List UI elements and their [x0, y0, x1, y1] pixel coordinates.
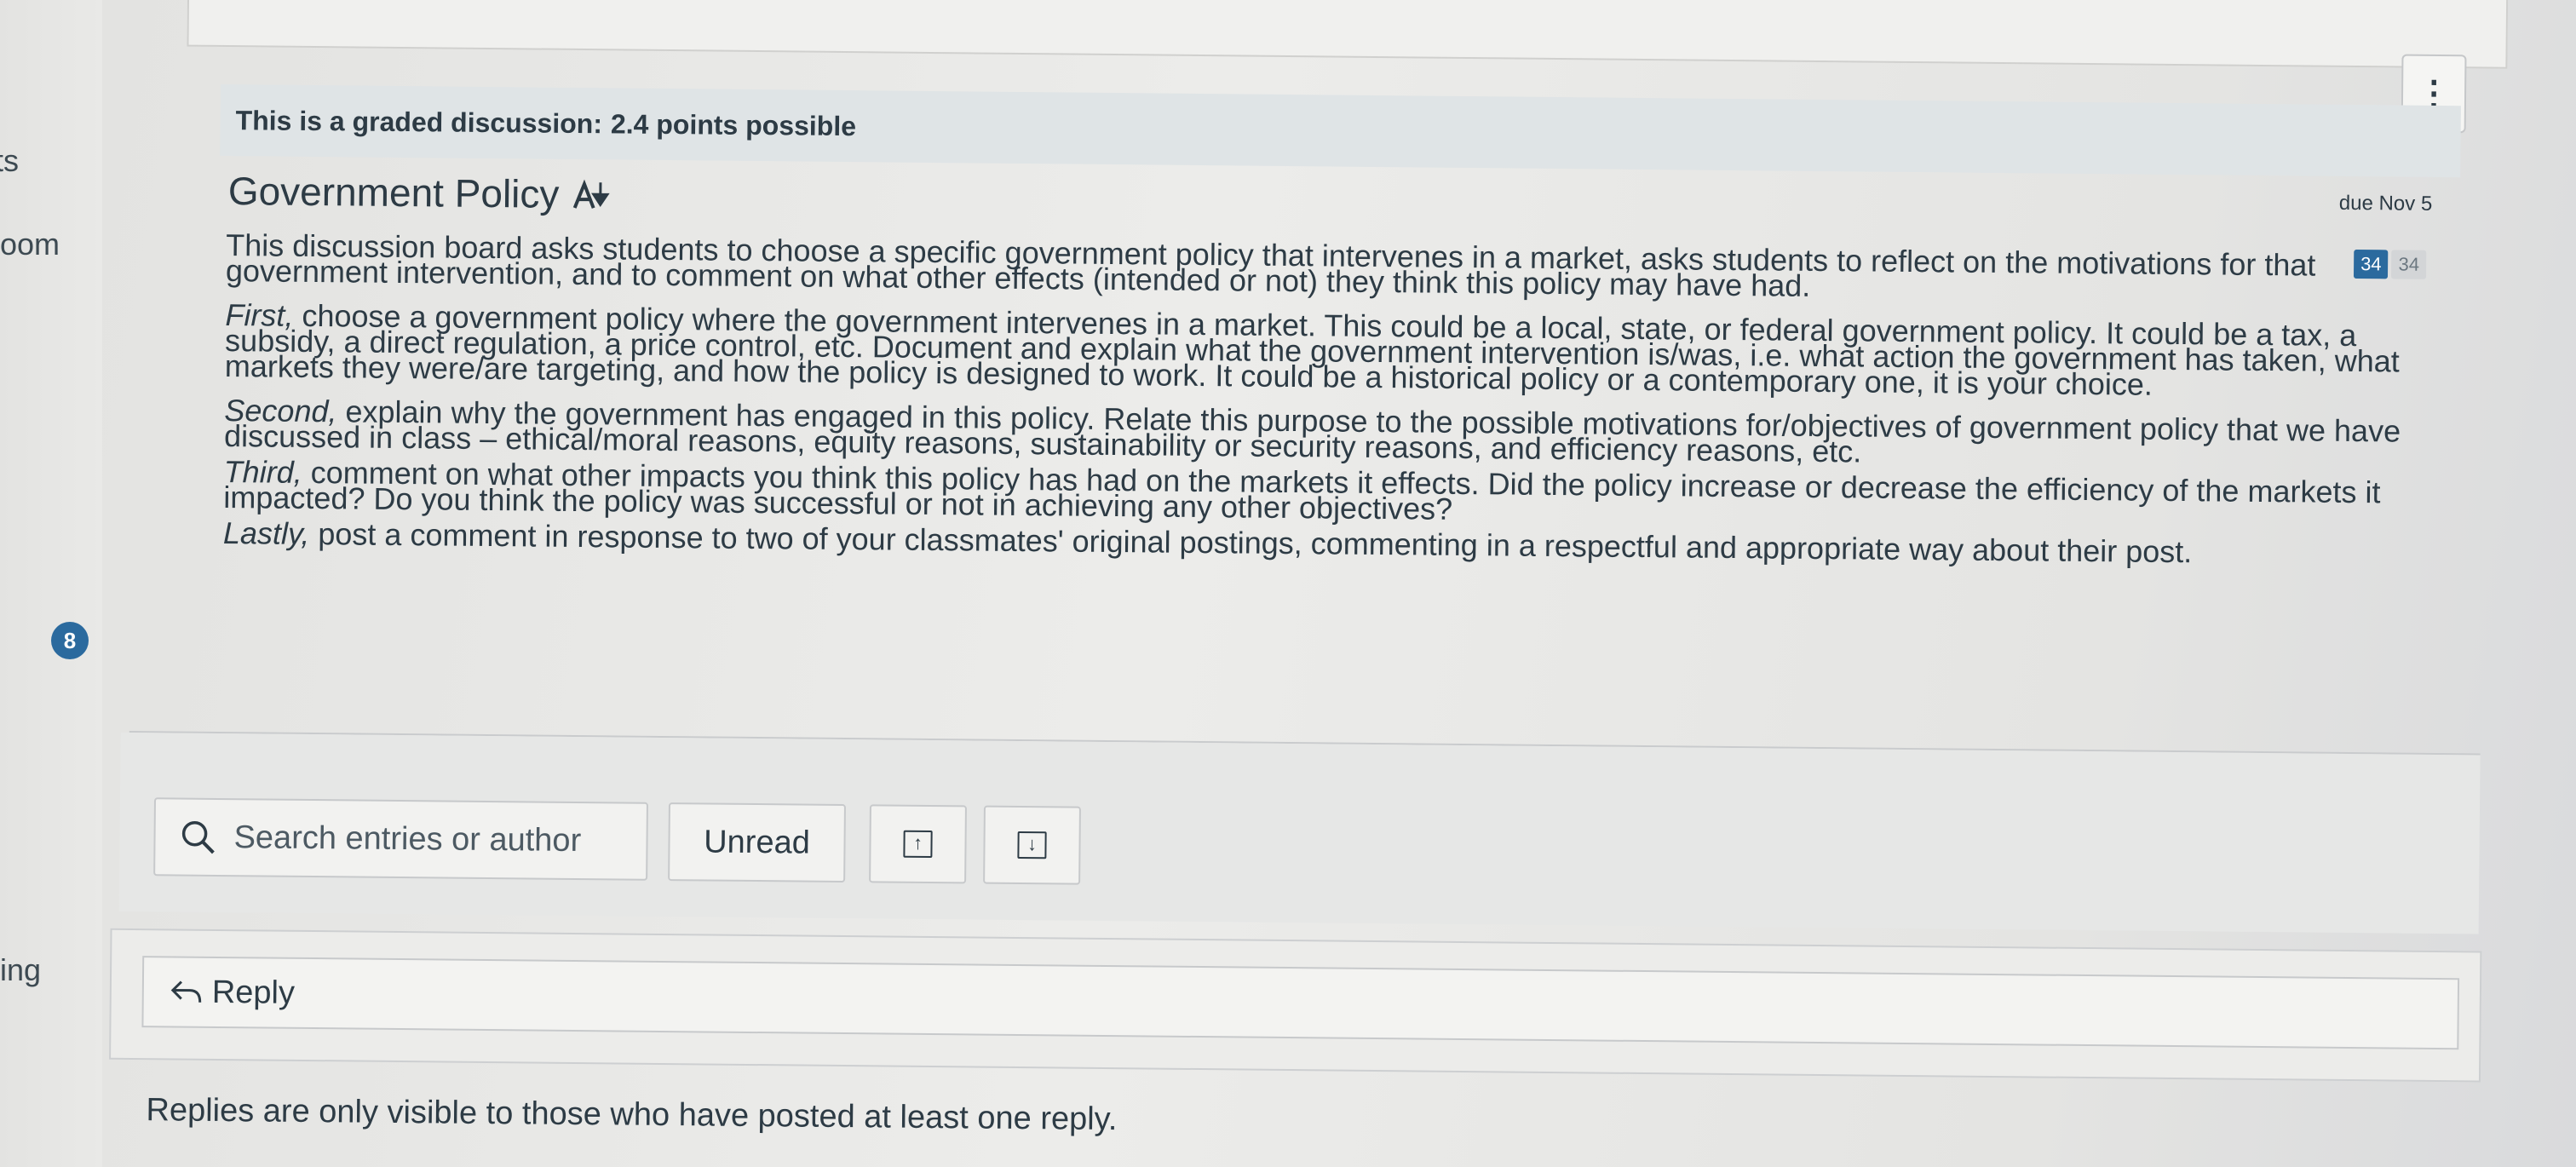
- sort-icon[interactable]: [571, 177, 610, 211]
- nav-item-fragment[interactable]: ing: [0, 952, 41, 988]
- search-box: [153, 797, 648, 881]
- discussion-body: This discussion board asks students to c…: [223, 227, 2407, 578]
- arrow-down-icon: ↓: [1017, 831, 1047, 859]
- previous-card-edge: [187, 0, 2509, 69]
- nav-item-fragment[interactable]: ts: [0, 143, 19, 179]
- body-paragraph: First, choose a government policy where …: [224, 297, 2400, 402]
- nav-unread-badge: 8: [51, 622, 89, 659]
- discussion-panel: ⋮ This is a graded discussion: 2.4 point…: [109, 0, 2509, 1167]
- reply-icon: [170, 980, 202, 1003]
- screen: ts oom 8 ing ⋮ This is a graded discussi…: [0, 0, 2576, 1167]
- title-row: Government Policy: [228, 168, 611, 217]
- graded-discussion-banner: This is a graded discussion: 2.4 points …: [220, 83, 2461, 178]
- reply-label: Reply: [211, 974, 296, 1011]
- reply-button[interactable]: Reply: [141, 956, 2460, 1050]
- reply-card: Reply: [109, 928, 2482, 1083]
- discussion-title: Government Policy: [227, 169, 560, 216]
- due-date: due Nov 5: [2338, 191, 2433, 216]
- course-nav: ts oom 8 ing: [0, 0, 102, 1167]
- discussion-toolbar: Unread ↑ ↓: [118, 732, 2481, 934]
- body-paragraph: This discussion board asks students to c…: [225, 227, 2316, 303]
- graded-banner-label: This is a graded discussion:: [235, 104, 603, 139]
- sort-descending-button[interactable]: ↓: [983, 805, 1081, 885]
- arrow-up-icon: ↑: [903, 830, 933, 859]
- nav-item-fragment[interactable]: oom: [0, 227, 60, 262]
- search-icon: [181, 820, 215, 854]
- points-possible: 2.4 points possible: [610, 107, 857, 141]
- unread-filter-button[interactable]: Unread: [668, 802, 846, 883]
- sort-ascending-button[interactable]: ↑: [869, 804, 967, 884]
- search-input[interactable]: [232, 818, 645, 861]
- replies-visibility-note: Replies are only visible to those who ha…: [146, 1092, 1118, 1138]
